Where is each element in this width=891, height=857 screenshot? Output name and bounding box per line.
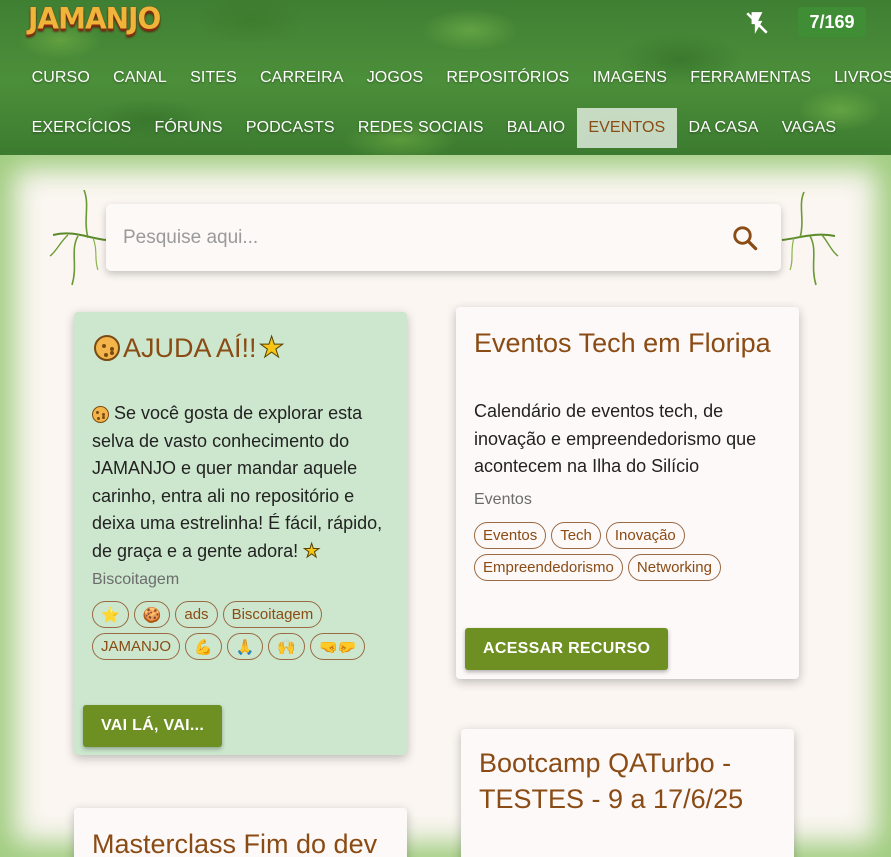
nav-item-podcasts[interactable]: PODCASTS: [234, 108, 346, 148]
nav-item-curso[interactable]: CURSO: [20, 58, 101, 98]
card-description-text: Se você gosta de explorar esta selva de …: [92, 403, 383, 561]
vine-left-decoration: [49, 190, 107, 286]
card-category: Biscoitagem: [92, 571, 180, 588]
nav-item-eventos[interactable]: EVENTOS: [576, 108, 677, 148]
flash-off-icon[interactable]: [744, 10, 770, 36]
tag-biscoitagem[interactable]: Biscoitagem: [222, 601, 323, 628]
tag-cookie[interactable]: 🍪: [133, 601, 171, 628]
search-icon[interactable]: [730, 223, 760, 253]
nav-item-exercicios[interactable]: EXERCÍCIOS: [20, 108, 143, 148]
nav-item-jogos[interactable]: JOGOS: [355, 58, 435, 98]
cookie-icon: [94, 335, 120, 361]
tag-empreendedorismo[interactable]: Empreendedorismo: [474, 554, 623, 581]
nav-item-balaio[interactable]: BALAIO: [495, 108, 577, 148]
vai-la-button[interactable]: VAI LÁ, VAI...: [83, 705, 223, 747]
search-input[interactable]: [106, 204, 706, 271]
progress-counter: 7/169: [798, 7, 866, 37]
cookie-icon: [92, 405, 109, 423]
card-description: Calendário de eventos tech, de inovação …: [474, 401, 757, 476]
nav-item-da-casa[interactable]: DA CASA: [677, 108, 770, 148]
nav-row-1: CURSO CANAL SITES CARREIRA JOGOS REPOSIT…: [20, 58, 891, 98]
star-icon: ★: [258, 332, 285, 365]
nav-item-vagas[interactable]: VAGAS: [770, 108, 848, 148]
resource-card-eventos-floripa: Eventos Tech em Floripa Calendário de ev…: [456, 307, 799, 679]
card-tags: ⭐ 🍪 ads Biscoitagem JAMANJO 💪 🙏 🙌 🤜🤛: [92, 601, 392, 660]
card-title: Eventos Tech em Floripa: [474, 328, 771, 358]
card-title: AJUDA AÍ!!: [123, 333, 257, 363]
nav-item-redes-sociais[interactable]: REDES SOCIAIS: [346, 108, 495, 148]
card-title-row: AJUDA AÍ!! ★: [94, 330, 285, 366]
nav-item-carreira[interactable]: CARREIRA: [248, 58, 355, 98]
resource-card-bootcamp: Bootcamp QATurbo - TESTES - 9 a 17/6/25: [461, 729, 794, 857]
header: JAMANJO 7/169 CURSO CANAL SITES CARREIRA…: [0, 0, 891, 160]
tag-ads[interactable]: ads: [175, 601, 218, 628]
card-title: Masterclass Fim do dev: [92, 829, 378, 857]
tag-tech[interactable]: Tech: [551, 522, 601, 549]
vine-right-decoration: [781, 191, 839, 286]
tag-pray[interactable]: 🙏: [226, 633, 264, 660]
nav-item-livros[interactable]: LIVROS: [823, 58, 891, 98]
card-category: Eventos: [474, 491, 532, 508]
jamanjo-logo[interactable]: JAMANJO: [28, 1, 161, 36]
star-icon: ★: [303, 540, 321, 562]
tag-fist-bump[interactable]: 🤜🤛: [310, 633, 366, 660]
nav-item-imagens[interactable]: IMAGENS: [581, 58, 679, 98]
nav-item-canal[interactable]: CANAL: [101, 58, 178, 98]
acessar-recurso-button[interactable]: ACESSAR RECURSO: [465, 628, 669, 670]
search-bar: [106, 204, 781, 271]
nav-item-ferramentas[interactable]: FERRAMENTAS: [679, 58, 823, 98]
card-tags: Eventos Tech Inovação Empreendedorismo N…: [474, 522, 784, 581]
tag-star[interactable]: ⭐: [92, 601, 129, 628]
tag-muscle[interactable]: 💪: [185, 633, 222, 660]
resource-card-masterclass: Masterclass Fim do dev: [74, 808, 407, 857]
tag-inovacao[interactable]: Inovação: [605, 522, 685, 549]
card-title: Bootcamp QATurbo - TESTES - 9 a 17/6/25: [479, 748, 744, 814]
tag-networking[interactable]: Networking: [627, 554, 721, 581]
nav-item-sites[interactable]: SITES: [179, 58, 249, 98]
tag-jamanjo[interactable]: JAMANJO: [92, 633, 181, 660]
nav-item-foruns[interactable]: FÓRUNS: [143, 108, 234, 148]
tag-eventos[interactable]: Eventos: [474, 522, 547, 549]
resource-card-ajuda: AJUDA AÍ!! ★ Se você gosta de explorar e…: [74, 312, 407, 755]
card-description: Se você gosta de explorar esta selva de …: [92, 400, 392, 565]
tag-raised-hands[interactable]: 🙌: [268, 633, 306, 660]
nav-item-repositorios[interactable]: REPOSITÓRIOS: [435, 58, 581, 98]
nav-row-2: EXERCÍCIOS FÓRUNS PODCASTS REDES SOCIAIS…: [20, 108, 848, 148]
